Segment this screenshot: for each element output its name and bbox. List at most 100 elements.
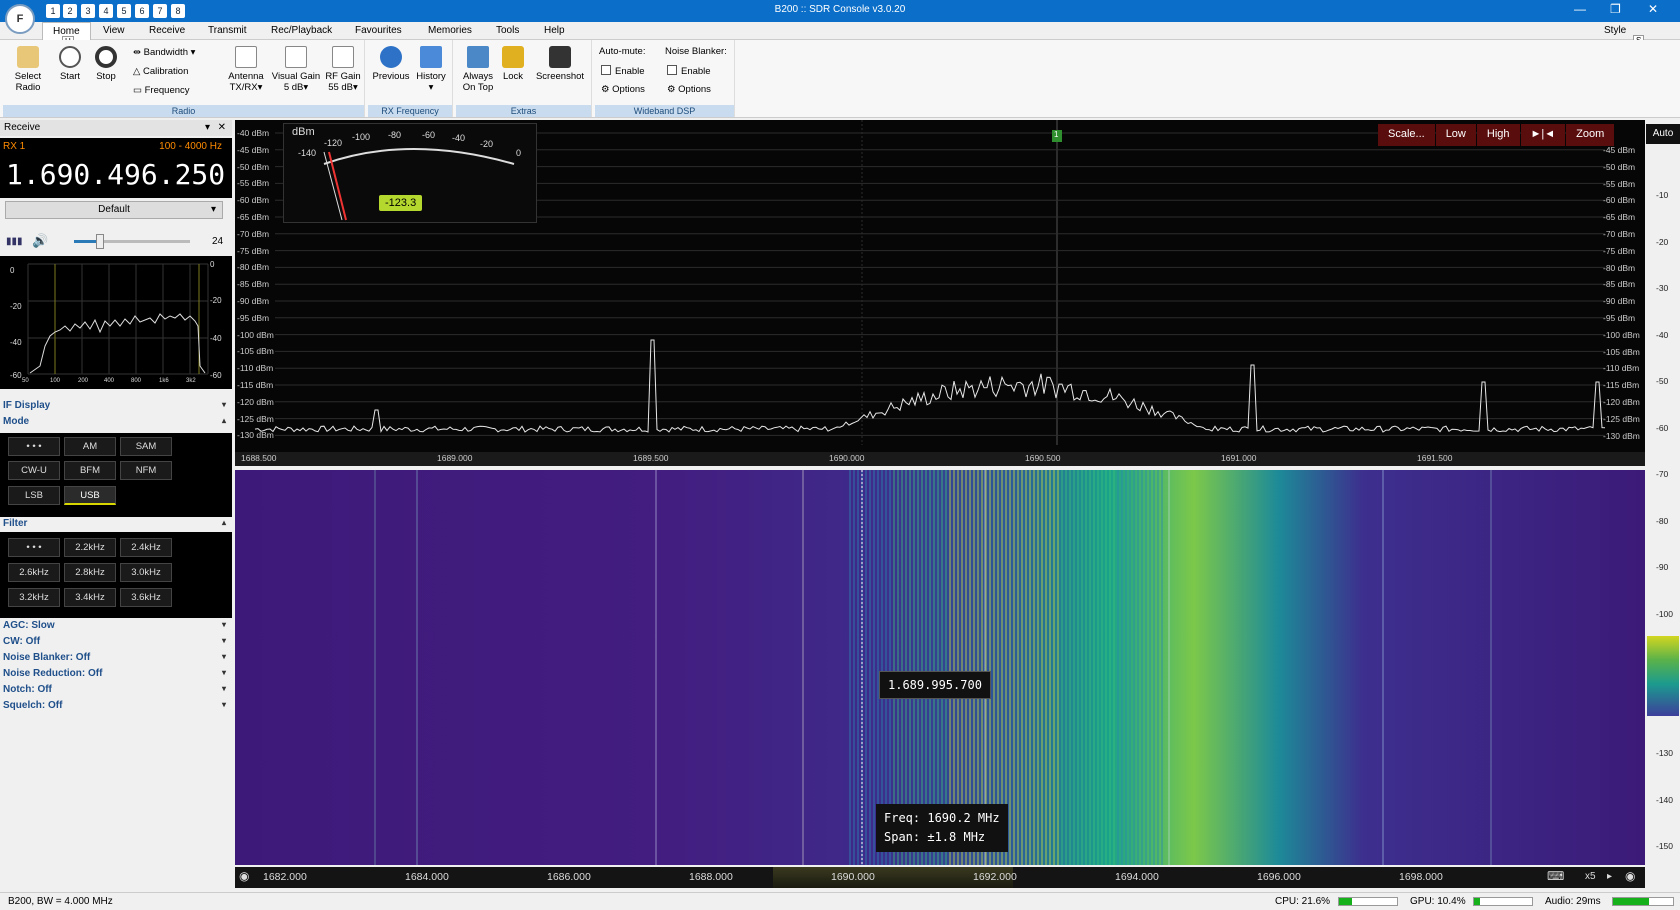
tab-tools[interactable]: Tools: [496, 25, 519, 36]
audio-label: Audio: 29ms: [1545, 896, 1601, 907]
stop-button[interactable]: Stop: [91, 46, 121, 82]
zoom-button[interactable]: Zoom: [1566, 124, 1615, 146]
noise-blanker-option[interactable]: Noise Blanker: Off ▾: [0, 651, 232, 666]
db-label: -85 dBm: [237, 279, 270, 290]
waterfall-scale-label: -20: [1656, 236, 1669, 247]
db-label: -55 dBm: [1603, 178, 1636, 189]
tab-memories[interactable]: Memories: [428, 25, 472, 36]
mode-am-button[interactable]: AM: [64, 437, 116, 456]
colour-range-bar[interactable]: [1647, 636, 1679, 716]
camera-icon: [549, 46, 571, 68]
chevron-down-icon: ▾: [221, 668, 226, 677]
mode-cwu-button[interactable]: CW-U: [8, 461, 60, 480]
down-arrow-icon: [420, 46, 442, 68]
auto-button[interactable]: Auto: [1646, 124, 1680, 144]
rx-frequency-display[interactable]: RX 1 100 - 4000 Hz 1.690.496.250: [0, 138, 232, 198]
filter-button[interactable]: 2.4kHz: [120, 538, 172, 557]
frequency-tick-label: 1690.500: [1025, 453, 1061, 463]
calibration-button[interactable]: △ Calibration: [133, 66, 188, 77]
center-button[interactable]: ►|◄: [1520, 124, 1566, 146]
speaker-icon[interactable]: 🔊: [32, 233, 48, 249]
filter-more-button[interactable]: • • •: [8, 538, 60, 557]
frequency-button[interactable]: ▭ Frequency: [133, 85, 190, 96]
signal-value: -123.3: [379, 195, 423, 211]
wideband-frequency-axis[interactable]: ◉ 1682.000 1684.000 1686.000 1688.000 1690.0…: [235, 867, 1645, 888]
filter-button[interactable]: 3.6kHz: [120, 588, 172, 607]
tab-recplayback[interactable]: Rec/Playback: [271, 25, 332, 36]
tab-favourites[interactable]: Favourites: [355, 25, 402, 36]
right-scroll-icon[interactable]: ◉: [1625, 869, 1635, 883]
rx-label: RX 1: [3, 141, 26, 152]
close-panel-icon[interactable]: ✕: [218, 122, 226, 133]
keyboard-icon[interactable]: ⌨: [1547, 869, 1564, 883]
low-button[interactable]: Low: [1435, 124, 1476, 146]
mode-sam-button[interactable]: SAM: [120, 437, 172, 456]
rx-frequency[interactable]: 1.690.496.250: [6, 158, 225, 191]
dropdown-icon[interactable]: ▾: [205, 122, 210, 133]
history-button[interactable]: History ▾: [412, 46, 450, 93]
waterfall-scale-label: -70: [1656, 469, 1669, 479]
rf-gain-button[interactable]: RF Gain 55 dB▾: [323, 46, 363, 93]
close-icon[interactable]: ✕: [1648, 2, 1658, 16]
noise-reduction-option[interactable]: Noise Reduction: Off ▾: [0, 667, 232, 682]
tab-help[interactable]: Help: [544, 25, 565, 36]
frequency-tick-label: 1688.500: [241, 453, 277, 463]
mode-lsb-button[interactable]: LSB: [8, 486, 60, 505]
notch-option[interactable]: Notch: Off ▾: [0, 683, 232, 698]
stop-label: Stop: [96, 71, 116, 82]
screenshot-button[interactable]: Screenshot: [532, 46, 588, 82]
automute-enable-checkbox[interactable]: Enable: [601, 65, 645, 77]
filter-button[interactable]: 3.4kHz: [64, 588, 116, 607]
audio-y-label: -40: [10, 338, 22, 347]
agc-option[interactable]: AGC: Slow ▾: [0, 619, 232, 634]
filter-button[interactable]: 2.2kHz: [64, 538, 116, 557]
app-menu-button[interactable]: F: [5, 4, 35, 34]
tab-receive[interactable]: Receive: [149, 25, 185, 36]
bar-meter-icon[interactable]: ▮▮▮: [6, 236, 23, 247]
agc-label: AGC: Slow: [3, 620, 55, 631]
mode-section[interactable]: Mode ▴: [0, 415, 232, 430]
antenna-button[interactable]: Antenna TX/RX▾: [225, 46, 267, 93]
bandwidth-button[interactable]: ⇹ Bandwidth ▾: [133, 47, 195, 58]
mode-more-button[interactable]: • • •: [8, 437, 60, 456]
mode-nfm-button[interactable]: NFM: [120, 461, 172, 480]
visual-gain-button[interactable]: Visual Gain 5 dB▾: [271, 46, 321, 93]
lock-button[interactable]: Lock: [500, 46, 526, 82]
menu-bar: Home H View Receive Transmit Rec/Playbac…: [0, 22, 1680, 47]
filter-button[interactable]: 3.2kHz: [8, 588, 60, 607]
squelch-option[interactable]: Squelch: Off ▾: [0, 699, 232, 714]
cw-option[interactable]: CW: Off ▾: [0, 635, 232, 650]
start-button[interactable]: Start: [55, 46, 85, 82]
minimize-icon[interactable]: —: [1574, 2, 1586, 16]
nb-enable-label: Enable: [681, 66, 711, 77]
filter-button[interactable]: 2.8kHz: [64, 563, 116, 582]
volume-slider[interactable]: [74, 234, 190, 249]
chevron-right-icon[interactable]: ▸: [1607, 871, 1612, 882]
tab-view[interactable]: View: [103, 25, 125, 36]
tab-transmit[interactable]: Transmit: [208, 25, 247, 36]
restore-icon[interactable]: ❐: [1610, 2, 1621, 16]
previous-button[interactable]: Previous: [372, 46, 410, 82]
select-radio-button[interactable]: Select Radio: [8, 46, 48, 93]
high-button[interactable]: High: [1476, 124, 1520, 146]
automute-options-button[interactable]: ⚙ Options: [601, 84, 645, 95]
scale-button[interactable]: Scale...: [1378, 124, 1435, 146]
waterfall-scale[interactable]: -10-20-30-40-50-60-70-80-90-100-110-120-…: [1646, 146, 1680, 888]
mode-usb-button[interactable]: USB: [64, 486, 116, 505]
mode-bfm-button[interactable]: BFM: [64, 461, 116, 480]
nb-options-button[interactable]: ⚙ Options: [667, 84, 711, 95]
db-label: -90 dBm: [1603, 296, 1636, 307]
preset-dropdown[interactable]: Default ▾: [5, 201, 223, 219]
if-display-section[interactable]: IF Display ▾: [0, 399, 232, 414]
zoom-factor[interactable]: x5: [1585, 871, 1596, 882]
always-on-top-button[interactable]: Always On Top: [460, 46, 496, 93]
filter-section[interactable]: Filter ▴: [0, 517, 232, 532]
window-title: B200 :: SDR Console v3.0.20: [774, 4, 906, 15]
left-scroll-icon[interactable]: ◉: [239, 869, 249, 883]
style-dropdown[interactable]: Style: [1604, 25, 1626, 36]
nb-enable-checkbox[interactable]: Enable: [667, 65, 711, 77]
group-radio: Select Radio Start Stop ⇹ Bandwidth ▾ △ …: [3, 40, 365, 117]
rx-marker[interactable]: 1: [1054, 130, 1058, 139]
filter-button[interactable]: 2.6kHz: [8, 563, 60, 582]
filter-button[interactable]: 3.0kHz: [120, 563, 172, 582]
